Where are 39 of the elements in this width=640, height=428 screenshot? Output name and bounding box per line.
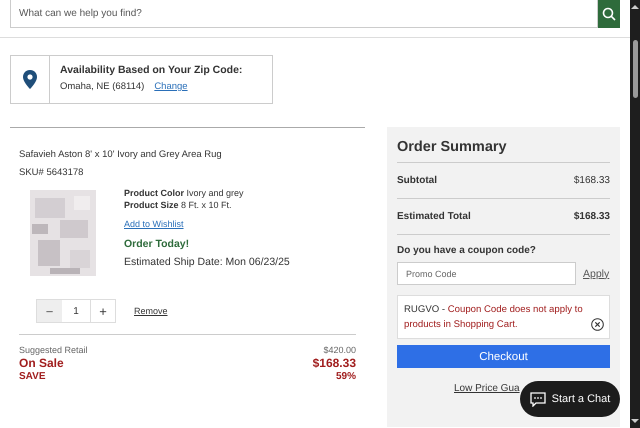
price-value: $420.00 bbox=[323, 345, 356, 355]
price-label: On Sale bbox=[19, 356, 64, 370]
change-link[interactable]: Change bbox=[154, 81, 188, 92]
scrollbar[interactable] bbox=[630, 0, 640, 428]
product-attribute: Product Color Ivory and grey bbox=[124, 187, 245, 199]
low-price-guarantee-link[interactable]: Low Price Gua bbox=[454, 383, 520, 394]
search-field[interactable]: What can we help you find? bbox=[10, 0, 598, 28]
close-icon[interactable] bbox=[591, 318, 604, 331]
summary-title: Order Summary bbox=[397, 139, 610, 163]
scrollbar-thumb[interactable] bbox=[632, 40, 638, 98]
price-value: 59% bbox=[336, 371, 356, 382]
scroll-down-icon[interactable] bbox=[631, 418, 639, 424]
location-pin-icon bbox=[23, 70, 37, 89]
availability-title: Availability Based on Your Zip Code: bbox=[60, 64, 242, 76]
search-button[interactable] bbox=[598, 0, 620, 28]
order-notice: Order Today! bbox=[124, 238, 190, 250]
product-attribute: Product Size 8 Ft. x 10 Ft. bbox=[124, 199, 233, 211]
checkout-button[interactable]: Checkout bbox=[397, 345, 610, 368]
coupon-prompt: Do you have a coupon code? bbox=[397, 245, 537, 256]
add-to-wishlist-link[interactable]: Add to Wishlist bbox=[124, 219, 290, 229]
apply-link[interactable]: Apply bbox=[583, 268, 610, 280]
price-label: SAVE bbox=[19, 371, 46, 382]
search-icon bbox=[602, 7, 616, 21]
coupon-message: RUGVO - Coupon Code does not apply to products in Shopping Cart. bbox=[404, 303, 584, 332]
ship-date: Estimated Ship Date: Mon 06/23/25 bbox=[124, 256, 290, 268]
scroll-up-icon[interactable] bbox=[631, 4, 639, 10]
summary-label: Estimated Total bbox=[397, 211, 471, 222]
summary-value: $168.33 bbox=[574, 211, 610, 222]
summary-label: Subtotal bbox=[397, 175, 437, 186]
product-name: Safavieh Aston 8' x 10' Ivory and Grey Area Rug bbox=[19, 149, 223, 160]
price-label: Suggested Retail bbox=[19, 345, 88, 355]
remove-link[interactable]: Remove bbox=[134, 306, 168, 316]
start-chat-button[interactable]: Start a Chat bbox=[520, 381, 620, 417]
location-text: Omaha, NE (68114) bbox=[60, 81, 144, 92]
summary-value: $168.33 bbox=[574, 175, 610, 186]
promo-code-field[interactable]: Promo Code bbox=[397, 262, 576, 285]
sku-text: SKU# 5643178 bbox=[19, 167, 84, 178]
chat-icon bbox=[530, 392, 546, 406]
price-value: $168.33 bbox=[312, 356, 356, 370]
